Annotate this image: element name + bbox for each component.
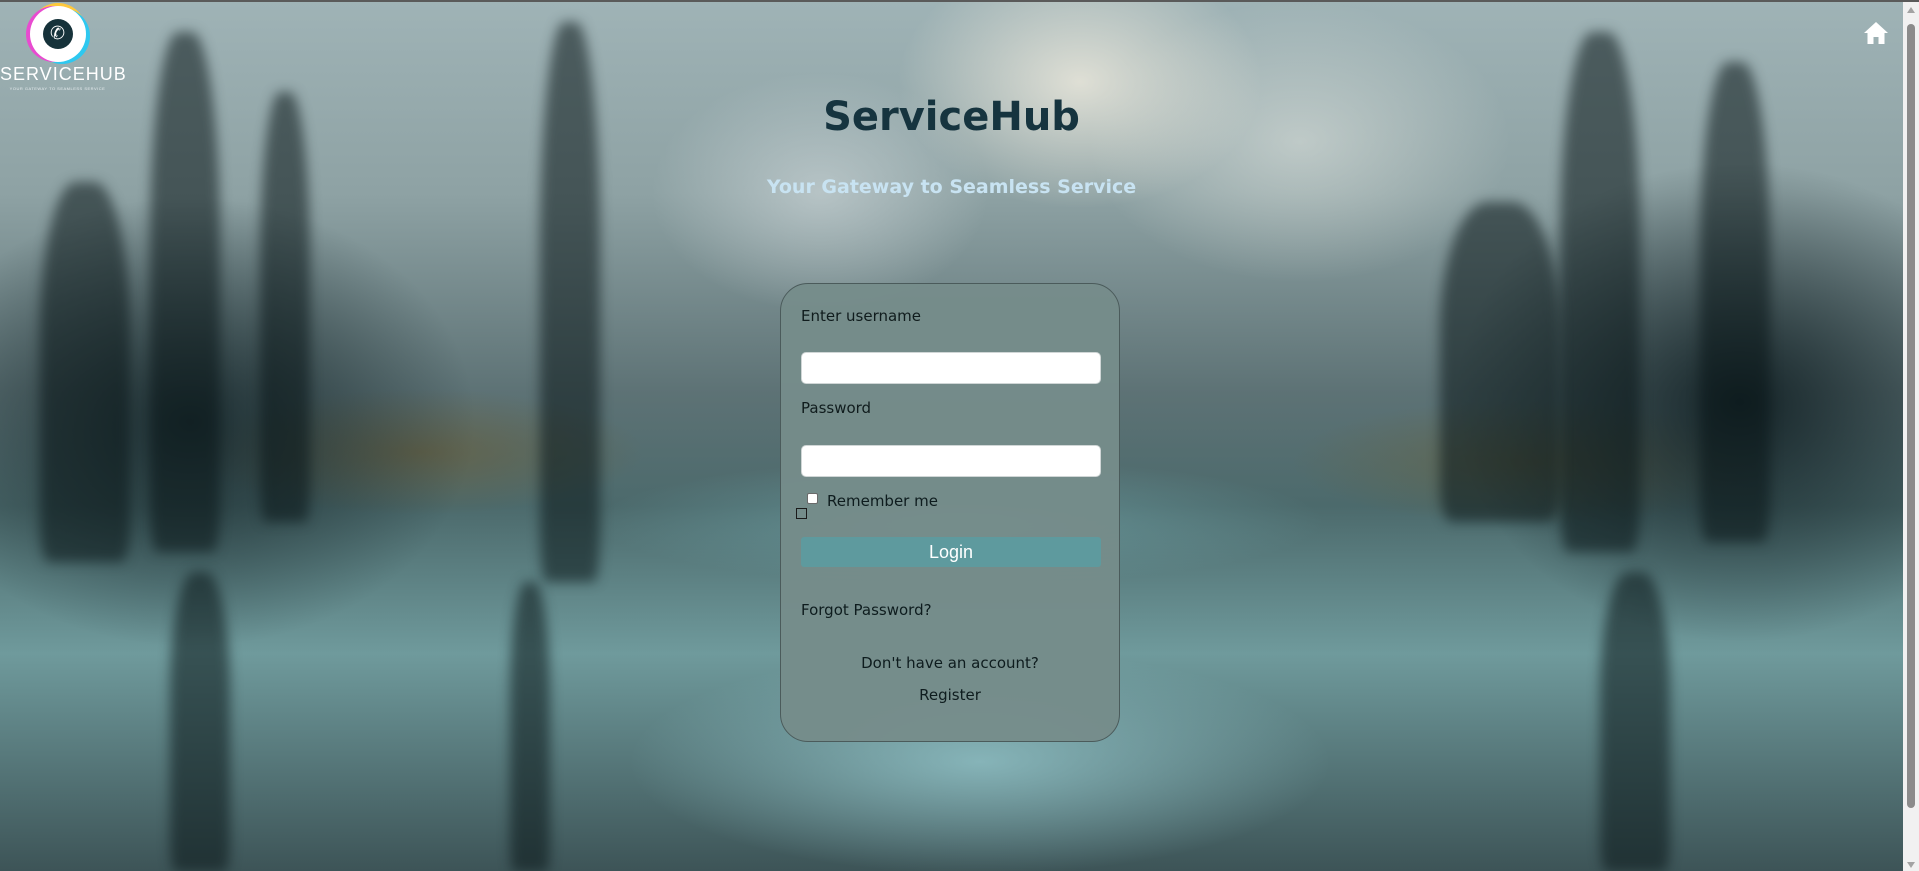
- forgot-password-link[interactable]: Forgot Password?: [801, 601, 932, 619]
- phone-headset-icon: ✆: [29, 6, 86, 62]
- password-input[interactable]: [801, 445, 1101, 477]
- page-subtitle: Your Gateway to Seamless Service: [766, 176, 1137, 198]
- page-scrollbar[interactable]: [1903, 2, 1919, 871]
- login-card: Enter username Password Remember me Logi…: [780, 283, 1120, 742]
- scrollbar-thumb[interactable]: [1907, 24, 1915, 808]
- scroll-up-arrow-icon[interactable]: [1903, 2, 1919, 18]
- login-button[interactable]: Login: [801, 537, 1101, 567]
- username-label: Enter username: [801, 307, 922, 325]
- password-label: Password: [801, 399, 872, 417]
- page: ✆ SERVICEHUB YOUR GATEWAY TO SEAMLESS SE…: [0, 0, 1919, 871]
- remember-me-checkbox[interactable]: [807, 493, 818, 504]
- no-account-text: Don't have an account?: [861, 654, 1039, 672]
- remember-me-checkbox-outline[interactable]: [796, 508, 807, 519]
- logo-tagline: YOUR GATEWAY TO SEAMLESS SERVICE: [9, 86, 106, 91]
- scroll-down-arrow-icon[interactable]: [1903, 857, 1919, 871]
- page-title: ServiceHub: [823, 94, 1080, 140]
- home-icon[interactable]: [1862, 20, 1890, 46]
- servicehub-logo[interactable]: ✆ SERVICEHUB YOUR GATEWAY TO SEAMLESS SE…: [0, 6, 127, 91]
- remember-me-label[interactable]: Remember me: [827, 492, 938, 510]
- register-link[interactable]: Register: [781, 686, 1119, 704]
- logo-name: SERVICEHUB: [0, 64, 127, 84]
- username-input[interactable]: [801, 352, 1101, 384]
